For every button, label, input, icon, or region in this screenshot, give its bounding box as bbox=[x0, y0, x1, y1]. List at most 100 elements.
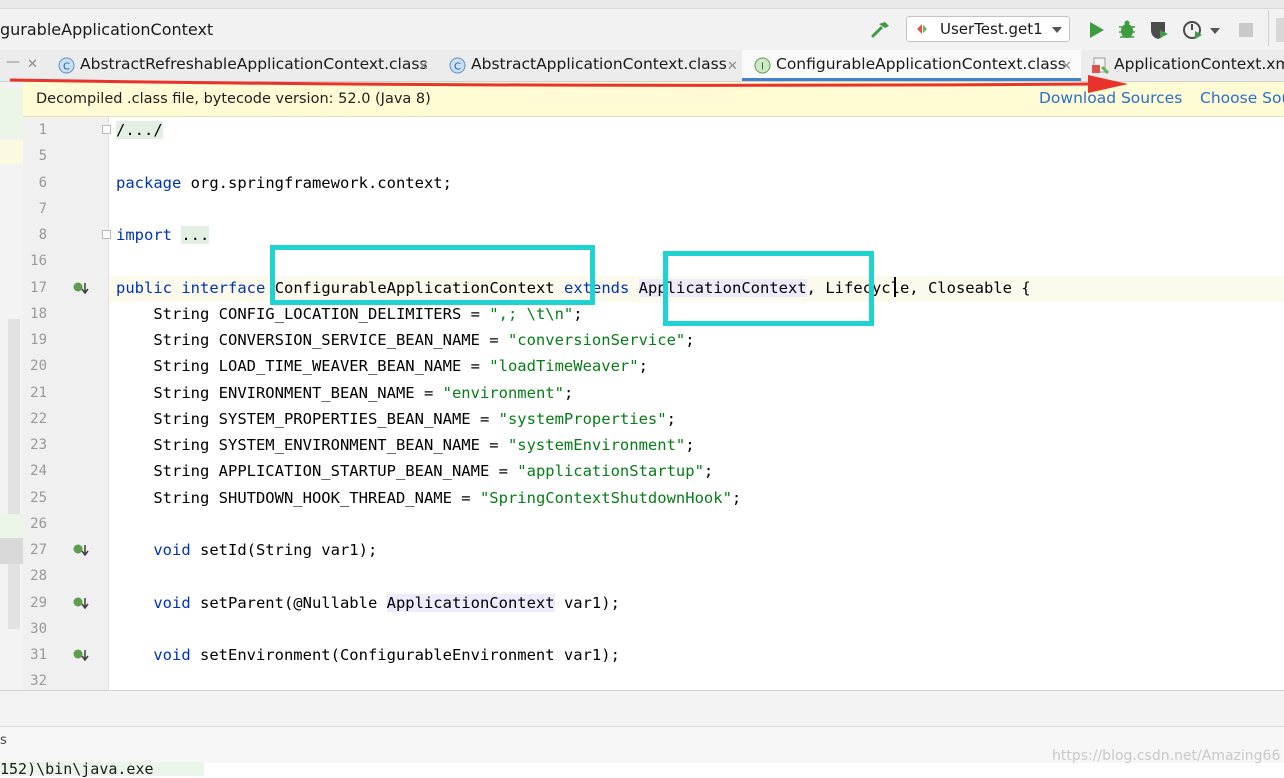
chevron-down-icon bbox=[1052, 27, 1062, 33]
code-line-24: String APPLICATION_STARTUP_BEAN_NAME = "… bbox=[116, 462, 714, 480]
code-line-20: String LOAD_TIME_WEAVER_BEAN_NAME = "loa… bbox=[116, 357, 648, 375]
field-declaration: String APPLICATION_STARTUP_BEAN_NAME = bbox=[116, 462, 518, 480]
line-number: 19 bbox=[30, 332, 47, 348]
line-number: 23 bbox=[30, 437, 47, 453]
line-number: 6 bbox=[38, 175, 47, 191]
string-literal: "systemEnvironment" bbox=[507, 436, 686, 454]
code-line-19: String CONVERSION_SERVICE_BEAN_NAME = "c… bbox=[116, 331, 695, 349]
watermark: https://blog.csdn.net/Amazing66 bbox=[1052, 748, 1281, 764]
field-declaration: String SYSTEM_ENVIRONMENT_BEAN_NAME = bbox=[116, 436, 508, 454]
string-literal: "applicationStartup" bbox=[517, 462, 704, 480]
implemented-by-icon[interactable] bbox=[73, 596, 89, 610]
line-number: 1 bbox=[38, 122, 47, 138]
code-line-31: void setEnvironment(ConfigurableEnvironm… bbox=[116, 645, 620, 665]
line-number: 30 bbox=[30, 621, 47, 637]
run-icon[interactable] bbox=[1085, 19, 1107, 41]
code-editor[interactable]: /.../ package org.springframework.contex… bbox=[109, 117, 1284, 690]
code-line-29: void setParent(@Nullable ApplicationCont… bbox=[116, 593, 620, 613]
code-line-23: String SYSTEM_ENVIRONMENT_BEAN_NAME = "s… bbox=[116, 436, 695, 454]
folded-region[interactable]: /.../ bbox=[116, 121, 163, 139]
code-line-18: String CONFIG_LOCATION_DELIMITERS = ",; … bbox=[116, 305, 583, 323]
package-name: org.springframework.context; bbox=[181, 174, 452, 192]
line-number: 16 bbox=[30, 253, 47, 269]
toolbar-separator bbox=[1268, 10, 1269, 46]
left-tool-window-strip bbox=[0, 82, 24, 690]
keyword: interface bbox=[181, 279, 266, 297]
string-literal: "environment" bbox=[442, 384, 564, 402]
method-signature: setId(String var1); bbox=[190, 541, 378, 559]
annotation-arrow bbox=[9, 75, 1128, 93]
build-hammer-icon[interactable] bbox=[870, 19, 892, 41]
choose-sources-link[interactable]: Choose Sou bbox=[1200, 89, 1284, 107]
string-literal: "systemProperties" bbox=[498, 410, 667, 428]
line-number: 32 bbox=[30, 673, 47, 689]
line-number: 17 bbox=[30, 280, 47, 296]
keyword: import bbox=[116, 226, 172, 244]
title-bar: gurableApplicationContext UserTest.get1 bbox=[0, 0, 1284, 51]
field-declaration: String LOAD_TIME_WEAVER_BEAN_NAME = bbox=[116, 357, 490, 375]
line-number: 18 bbox=[30, 306, 47, 322]
strip-marker bbox=[0, 514, 23, 538]
folded-imports[interactable]: ... bbox=[181, 226, 210, 244]
implemented-by-icon[interactable] bbox=[73, 281, 89, 295]
line-number: 31 bbox=[30, 647, 47, 663]
debug-bug-icon[interactable] bbox=[1116, 19, 1138, 41]
coverage-shield-icon[interactable] bbox=[1148, 19, 1170, 41]
line-number: 20 bbox=[30, 358, 47, 374]
field-declaration: String ENVIRONMENT_BEAN_NAME = bbox=[116, 384, 443, 402]
string-literal: "SpringContextShutdownHook" bbox=[479, 489, 732, 507]
keyword: public bbox=[116, 279, 172, 297]
line-number: 27 bbox=[30, 542, 47, 558]
junit-test-icon bbox=[917, 24, 927, 34]
keyword: void bbox=[153, 646, 191, 664]
string-literal: "loadTimeWeaver" bbox=[489, 357, 639, 375]
strip-marker bbox=[0, 538, 23, 564]
line-number: 29 bbox=[30, 595, 47, 611]
string-literal: ",; \t\n" bbox=[489, 305, 574, 323]
line-number: 7 bbox=[38, 201, 47, 217]
line-number: 28 bbox=[30, 568, 47, 584]
run-configuration-label: UserTest.get1 bbox=[940, 20, 1043, 38]
run-configuration-select[interactable]: UserTest.get1 bbox=[906, 16, 1070, 42]
stop-icon[interactable] bbox=[1235, 19, 1257, 41]
implemented-by-icon[interactable] bbox=[73, 648, 89, 662]
line-number: 25 bbox=[30, 490, 47, 506]
line-number: 26 bbox=[30, 516, 47, 532]
keyword: void bbox=[153, 594, 191, 612]
line-number: 5 bbox=[38, 148, 47, 164]
code-line-25: String SHUTDOWN_HOOK_THREAD_NAME = "Spri… bbox=[116, 489, 742, 507]
editor-breadcrumb-bar bbox=[0, 690, 1284, 727]
type-reference[interactable]: ApplicationContext bbox=[386, 594, 555, 612]
code-line-6: package org.springframework.context; bbox=[116, 173, 452, 193]
line-number: 8 bbox=[38, 227, 47, 243]
console-output: 152)\bin\java.exe bbox=[0, 760, 154, 778]
method-signature-end: var1); bbox=[554, 594, 620, 612]
code-line-27: void setId(String var1); bbox=[116, 540, 377, 560]
strip-marker bbox=[0, 140, 23, 164]
run-tab-label[interactable]: s bbox=[0, 733, 7, 748]
line-number: 24 bbox=[30, 463, 47, 479]
project-tree-scrollbar[interactable] bbox=[8, 319, 20, 629]
annotation-box-interface-name bbox=[270, 245, 595, 305]
tab-label: ApplicationContext.xm bbox=[1114, 55, 1284, 73]
code-line-21: String ENVIRONMENT_BEAN_NAME = "environm… bbox=[116, 384, 574, 402]
code-line-8: import ... bbox=[116, 225, 210, 245]
field-declaration: String SHUTDOWN_HOOK_THREAD_NAME = bbox=[116, 489, 480, 507]
keyword: package bbox=[116, 174, 182, 192]
keyword: void bbox=[153, 541, 191, 559]
text-caret bbox=[894, 277, 896, 297]
profiler-icon[interactable] bbox=[1182, 19, 1204, 41]
editor-gutter[interactable]: 1 5 6 7 8 16 17 18 19 20 21 22 23 24 25 … bbox=[23, 117, 111, 690]
more-runners-chevron-icon[interactable] bbox=[1209, 19, 1221, 41]
toolbar-edge-icon bbox=[1276, 18, 1284, 42]
string-literal: "conversionService" bbox=[507, 331, 686, 349]
method-signature: setEnvironment(ConfigurableEnvironment v… bbox=[190, 646, 620, 664]
field-declaration: String CONFIG_LOCATION_DELIMITERS = bbox=[116, 305, 490, 323]
line-number: 22 bbox=[30, 411, 47, 427]
annotation-box-parent-interface bbox=[663, 251, 874, 326]
line-number: 21 bbox=[30, 385, 47, 401]
implemented-by-icon[interactable] bbox=[73, 543, 89, 557]
method-signature: setParent(@Nullable bbox=[190, 594, 387, 612]
code-line-22: String SYSTEM_PROPERTIES_BEAN_NAME = "sy… bbox=[116, 410, 676, 428]
code-line-1: /.../ bbox=[116, 120, 163, 140]
